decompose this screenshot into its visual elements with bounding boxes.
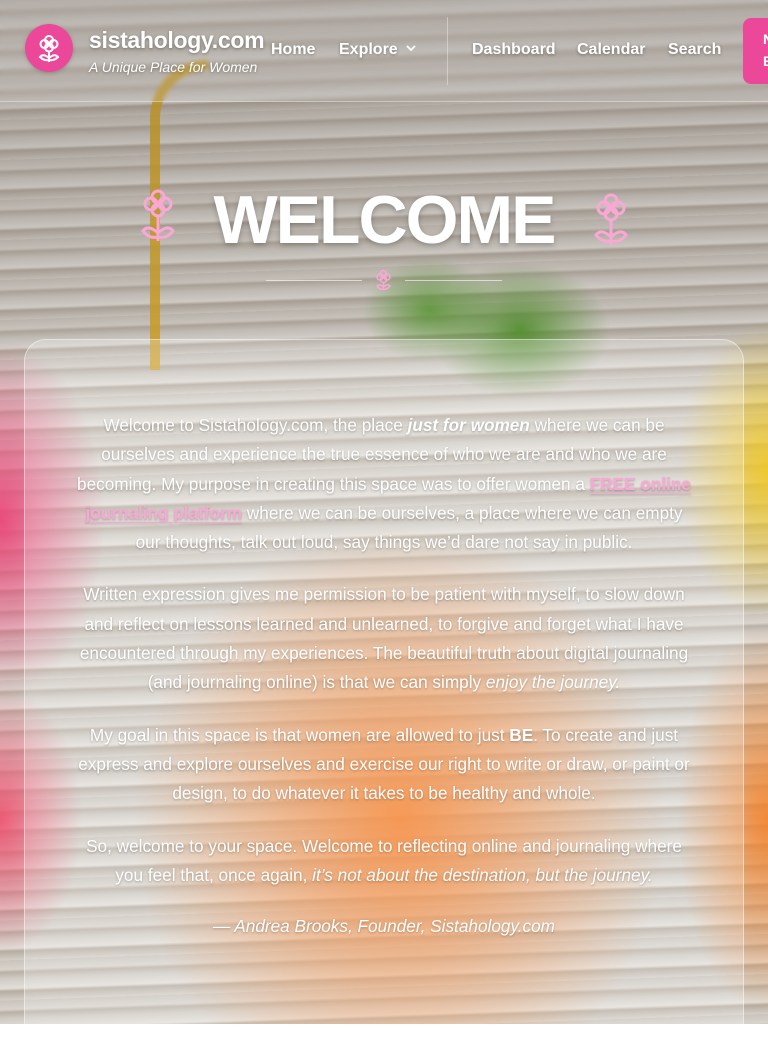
nav-explore[interactable]: Explore <box>339 41 417 59</box>
welcome-card-body: Welcome to Sistahology.com, the place ju… <box>72 411 696 937</box>
flower-icon <box>376 269 391 290</box>
nav-calendar[interactable]: Calendar <box>577 41 645 59</box>
divider-line-right <box>405 280 502 281</box>
goal-paragraph: My goal in this space is that women are … <box>78 724 690 804</box>
nav-home[interactable]: Home <box>271 41 315 59</box>
welcome-heading-row: WELCOME <box>0 180 768 260</box>
flower-icon <box>38 35 60 62</box>
nav-search[interactable]: Search <box>668 41 721 59</box>
welcome-title: WELCOME <box>213 182 556 258</box>
chevron-down-icon <box>406 45 416 52</box>
divider-line-left <box>266 280 362 281</box>
expression-paragraph: Written expression gives me permission t… <box>79 584 689 693</box>
cta-button[interactable]: N E <box>743 18 768 84</box>
site-tagline: A Unique Place for Women <box>89 59 258 75</box>
nav-dashboard[interactable]: Dashboard <box>472 41 556 59</box>
nav-divider <box>447 17 448 85</box>
intro-paragraph: Welcome to Sistahology.com, the place ju… <box>77 415 691 553</box>
site-title[interactable]: sistahology.com <box>89 27 265 54</box>
site-header: sistahology.com A Unique Place for Women… <box>0 0 768 102</box>
flower-icon <box>594 193 628 245</box>
founder-signature: — Andrea Brooks, Founder, Sistahology.co… <box>212 916 555 937</box>
site-logo[interactable] <box>25 24 73 72</box>
nav-explore-label: Explore <box>339 41 398 58</box>
closing-paragraph: So, welcome to your space. Welcome to re… <box>86 835 682 885</box>
